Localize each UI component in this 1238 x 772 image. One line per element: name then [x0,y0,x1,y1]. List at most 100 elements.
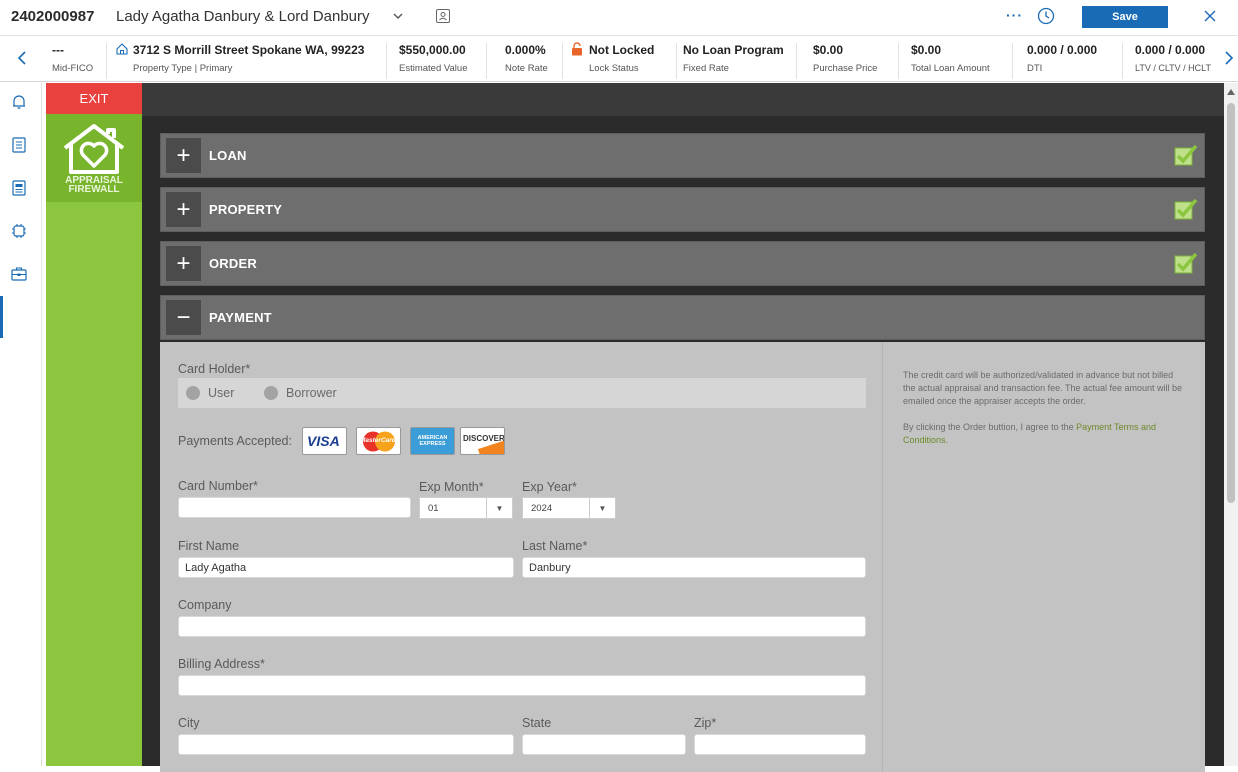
radio-borrower-label[interactable]: Borrower [286,386,337,400]
chevron-right-icon[interactable] [1223,50,1235,66]
amex-logo: AMERICAN EXPRESS [410,427,455,455]
app-header-band [142,83,1224,116]
summary-estimated-value: $550,000.00 Estimated Value [386,43,482,79]
check-icon [1174,198,1198,220]
exp-year-label: Exp Year* [522,480,577,494]
house-heart-icon [63,124,125,174]
left-nav-rail [0,83,42,766]
section-property[interactable]: + PROPERTY [160,187,1205,232]
first-name-input[interactable]: Lady Agatha [178,557,514,578]
section-order-title: ORDER [209,256,257,271]
terms-notice: By clicking the Order buttion, I agree t… [903,421,1183,447]
terms-notice-text: By clicking the Order buttion, I agree t… [903,422,1074,432]
zip-label: Zip* [694,716,717,730]
fico-value: --- [52,43,64,57]
loan-summary-strip: --- Mid-FICO 3712 S Morrill Street Spoka… [0,37,1238,82]
loan-program-value: No Loan Program [683,43,784,57]
appraisal-firewall-logo: APPRAISAL FIREWALL [46,114,142,202]
expand-loan-button[interactable]: + [166,138,201,173]
radio-borrower[interactable] [264,386,278,400]
card-number-label: Card Number* [178,479,258,493]
close-icon[interactable] [1203,9,1217,23]
dropdown-arrow-icon[interactable]: ▼ [589,498,615,518]
dti-value: 0.000 / 0.000 [1027,43,1098,57]
exp-month-select[interactable]: 01 ▼ [419,497,513,519]
radio-user[interactable] [186,386,200,400]
vertical-scrollbar[interactable] [1224,83,1238,766]
expand-order-button[interactable]: + [166,246,201,281]
last-name-label: Last Name* [522,539,588,553]
top-bar: 2402000987 Lady Agatha Danbury & Lord Da… [0,0,1238,36]
exp-year-select[interactable]: 2024 ▼ [522,497,616,519]
order-form-content: + LOAN + PROPERTY + ORDER − PAYMENT Card… [142,116,1224,772]
expand-property-button[interactable]: + [166,192,201,227]
property-type-label: Property Type | Primary [133,63,233,74]
last-name-input[interactable]: Danbury [522,557,866,578]
check-icon [1174,252,1198,274]
city-label: City [178,716,200,730]
home-icon [116,43,128,55]
briefcase-icon[interactable] [10,265,28,283]
payment-form: Card Holder* User Borrower Payments Acce… [160,342,1205,772]
more-options-icon[interactable]: ··· [1006,7,1023,23]
property-address: 3712 S Morrill Street Spokane WA, 99223 [133,43,365,57]
city-input[interactable] [178,734,514,755]
logo-text: APPRAISAL FIREWALL [46,176,142,195]
summary-loan-program: No Loan Program Fixed Rate [676,43,794,79]
exp-month-label: Exp Month* [419,480,484,494]
section-payment-title: PAYMENT [209,310,272,325]
logo-line-2: FIREWALL [68,184,120,195]
amex-logo-text: AMERICAN EXPRESS [417,435,448,447]
lock-status-value: Not Locked [589,43,655,57]
payment-notice-panel: The credit card will be authorized/valid… [882,342,1205,772]
total-loan-value: $0.00 [911,43,942,57]
summary-purchase-price: $0.00 Purchase Price [796,43,896,79]
estimated-value: $550,000.00 [399,43,466,57]
radio-user-label[interactable]: User [208,386,234,400]
visa-logo: VISA [302,427,347,455]
section-loan-title: LOAN [209,148,247,163]
state-input[interactable] [522,734,686,755]
section-payment[interactable]: − PAYMENT [160,295,1205,340]
discover-logo: DISCOVER [460,427,505,455]
summary-property[interactable]: 3712 S Morrill Street Spokane WA, 99223 … [106,43,382,79]
loan-number: 2402000987 [11,8,95,25]
summary-note-rate: 0.000% Note Rate [486,43,560,79]
chevron-down-icon[interactable] [391,9,405,23]
section-property-title: PROPERTY [209,202,283,217]
ltv-label: LTV / CLTV / HCLT [1135,63,1212,73]
services-chip-icon[interactable] [10,222,28,240]
appraisal-firewall-frame: EXIT APPRAISAL FIREWALL + LOAN + PROPERT… [46,83,1224,772]
exit-button[interactable]: EXIT [46,83,142,114]
lock-icon [572,42,582,56]
document-icon[interactable] [10,179,28,197]
billing-address-input[interactable] [178,675,866,696]
total-loan-label: Total Loan Amount [911,63,990,74]
card-number-input[interactable] [178,497,411,518]
section-order[interactable]: + ORDER [160,241,1205,286]
zip-input[interactable] [694,734,866,755]
scrollbar-thumb[interactable] [1227,103,1235,503]
summary-lock-status[interactable]: Not Locked Lock Status [562,42,672,79]
mastercard-logo: MasterCard [356,427,401,455]
collapse-payment-button[interactable]: − [166,300,201,335]
fico-label: Mid-FICO [52,63,94,74]
card-holder-label: Card Holder* [178,362,251,376]
bell-icon[interactable] [10,93,28,111]
loan-program-label: Fixed Rate [683,63,729,74]
company-label: Company [178,598,232,612]
clock-icon[interactable] [1037,7,1055,25]
billing-address-label: Billing Address* [178,657,265,671]
exp-year-value: 2024 [531,503,553,514]
borrower-name[interactable]: Lady Agatha Danbury & Lord Danbury [116,8,370,25]
scroll-up-arrow-icon[interactable] [1227,89,1235,95]
save-button[interactable]: Save [1082,6,1168,28]
chevron-left-icon[interactable] [16,50,28,66]
contact-card-icon[interactable] [435,8,451,24]
app-side-column: EXIT APPRAISAL FIREWALL [46,83,142,766]
company-input[interactable] [178,616,866,637]
checklist-icon[interactable] [10,136,28,154]
section-loan[interactable]: + LOAN [160,133,1205,178]
card-holder-radio-group: User Borrower [178,378,866,408]
dropdown-arrow-icon[interactable]: ▼ [486,498,512,518]
